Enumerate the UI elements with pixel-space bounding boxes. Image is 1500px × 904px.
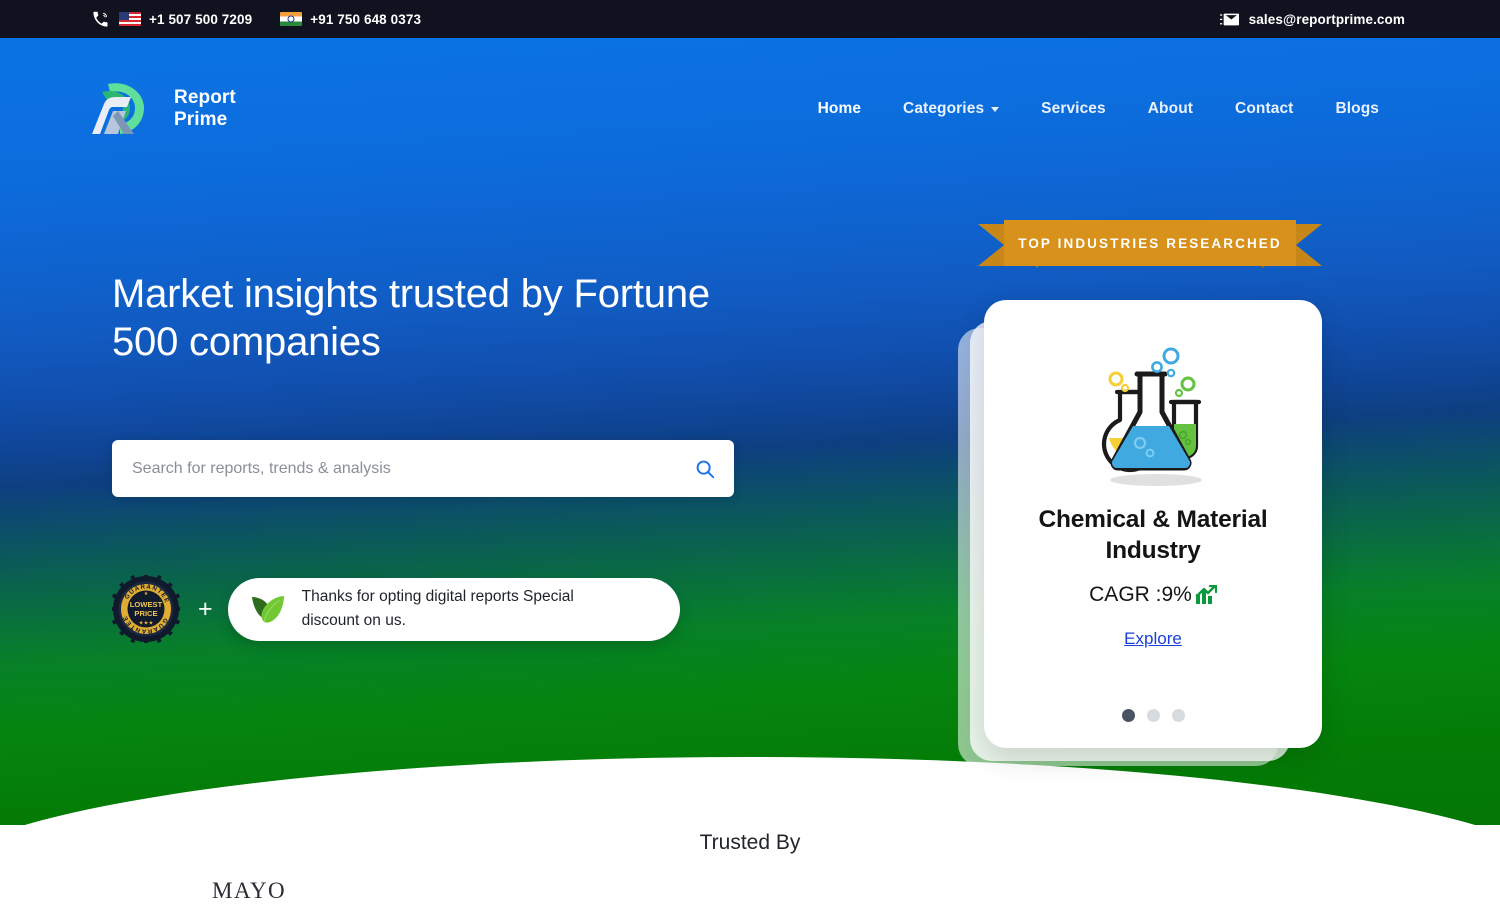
nav-item-categories[interactable]: Categories xyxy=(882,92,1020,126)
us-flag-icon xyxy=(119,12,141,26)
ribbon-panel: TOP INDUSTRIES RESEARCHED xyxy=(1004,220,1296,266)
brand-logo-link[interactable]: Report Prime xyxy=(82,78,236,140)
leaf-icon xyxy=(248,589,288,629)
email-address[interactable]: sales@reportprime.com xyxy=(1249,12,1405,27)
industry-card[interactable]: Chemical & Material Industry CAGR :9% Ex… xyxy=(984,300,1322,748)
nav-item-services-label: Services xyxy=(1041,100,1106,117)
ribbon-label: TOP INDUSTRIES RESEARCHED xyxy=(1018,235,1282,251)
carousel-dot-1[interactable] xyxy=(1121,709,1135,722)
nav-item-contact-label: Contact xyxy=(1235,100,1294,117)
lowest-price-guarantee-seal: GUARANTEE GUARANTEE LOWEST PRICE ★★★ ★ xyxy=(110,573,182,645)
trusted-by-section: Trusted By xyxy=(0,818,1500,863)
promo-message-pill: Thanks for opting digital reports Specia… xyxy=(227,577,680,641)
brand-name-line1: Report xyxy=(174,86,236,108)
logo-mayo: MAYO xyxy=(212,878,287,903)
search-bar[interactable] xyxy=(112,440,734,497)
trusted-by-logos: MAYO xyxy=(0,878,1500,904)
search-icon[interactable] xyxy=(694,458,716,480)
nav-item-home-label: Home xyxy=(817,100,862,117)
industry-card-carousel: Chemical & Material Industry CAGR :9% Ex… xyxy=(958,300,1322,766)
svg-text:LOWEST: LOWEST xyxy=(130,600,163,609)
svg-text:★: ★ xyxy=(144,591,149,597)
promo-message-text: Thanks for opting digital reports Specia… xyxy=(301,587,574,629)
brand-name-line2: Prime xyxy=(174,109,228,130)
envelope-icon xyxy=(1220,10,1240,28)
phone-number-us-text: +1 507 500 7209 xyxy=(149,11,253,27)
nav-item-blogs-label: Blogs xyxy=(1335,100,1379,117)
nav-item-home[interactable]: Home xyxy=(797,92,882,126)
svg-text:★★★: ★★★ xyxy=(139,620,154,627)
nav-item-categories-label: Categories xyxy=(903,100,985,117)
trusted-by-heading: Trusted By xyxy=(665,818,835,863)
page-title: Market insights trusted by Fortune 500 c… xyxy=(112,272,710,364)
promo-row: GUARANTEE GUARANTEE LOWEST PRICE ★★★ ★ + xyxy=(110,573,772,645)
phone-number-in-text: +91 750 648 0373 xyxy=(310,11,422,27)
hero-section: Report Prime Home Categories Services Ab… xyxy=(0,38,1500,887)
phone-number-us[interactable]: +1 507 500 7209 xyxy=(119,12,252,27)
nav-item-blogs[interactable]: Blogs xyxy=(1314,92,1400,126)
nav-links: Home Categories Services About Contact B… xyxy=(797,92,1400,126)
plus-symbol: + xyxy=(198,594,213,623)
india-flag-icon xyxy=(280,12,303,26)
svg-text:PRICE: PRICE xyxy=(134,609,157,618)
nav-item-contact[interactable]: Contact xyxy=(1214,92,1314,126)
chevron-down-icon xyxy=(991,106,1000,112)
chemistry-flasks-icon xyxy=(1078,340,1228,490)
phone-number-in[interactable]: +91 750 648 0373 xyxy=(280,12,421,27)
industry-card-cagr-label: CAGR :9% xyxy=(1089,582,1192,606)
ribbon-banner: TOP INDUSTRIES RESEARCHED xyxy=(978,220,1322,268)
main-navbar: Report Prime Home Categories Services Ab… xyxy=(0,38,1500,180)
topbar-email-group[interactable]: sales@reportprime.com xyxy=(1220,10,1405,28)
nav-item-about[interactable]: About xyxy=(1127,92,1214,126)
carousel-dots xyxy=(1121,709,1185,722)
top-utility-bar: +1 507 500 7209 +91 750 648 0373 sales@r… xyxy=(0,0,1500,38)
nav-item-about-label: About xyxy=(1147,100,1194,117)
industry-card-title: Chemical & Material Industry xyxy=(1038,506,1268,565)
topbar-contact-group: +1 507 500 7209 +91 750 648 0373 xyxy=(90,10,421,28)
industry-card-cagr: CAGR :9% xyxy=(1089,583,1217,607)
carousel-dot-2[interactable] xyxy=(1146,709,1160,722)
chart-increasing-icon xyxy=(1195,584,1217,605)
brand-name: Report Prime xyxy=(174,87,236,131)
nav-item-services[interactable]: Services xyxy=(1020,92,1127,126)
explore-link[interactable]: Explore xyxy=(1124,629,1182,649)
report-prime-logo-icon xyxy=(82,78,160,140)
phone-ring-icon xyxy=(90,10,110,28)
hero-content: Market insights trusted by Fortune 500 c… xyxy=(110,270,772,645)
carousel-dot-3[interactable] xyxy=(1171,709,1185,722)
search-input[interactable] xyxy=(132,459,694,478)
